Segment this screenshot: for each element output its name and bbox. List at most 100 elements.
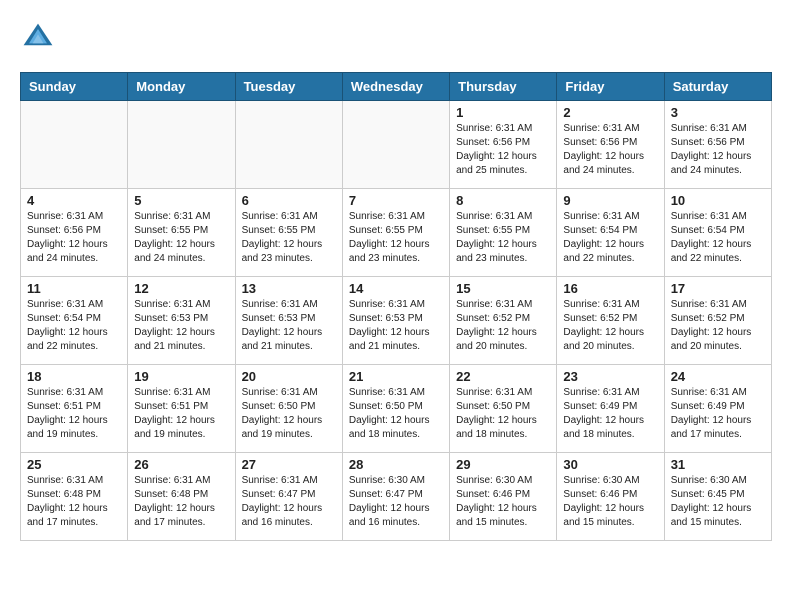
calendar-cell: 14 Sunrise: 6:31 AM Sunset: 6:53 PM Dayli… — [342, 277, 449, 365]
calendar-cell — [235, 101, 342, 189]
day-info: Sunrise: 6:31 AM Sunset: 6:48 PM Dayligh… — [27, 474, 121, 530]
day-info: Sunrise: 6:30 AM Sunset: 6:46 PM Dayligh… — [563, 474, 657, 530]
day-info: Sunrise: 6:31 AM Sunset: 6:50 PM Dayligh… — [456, 386, 550, 442]
calendar-cell: 9 Sunrise: 6:31 AM Sunset: 6:54 PM Daylig… — [557, 189, 664, 277]
calendar-cell: 29 Sunrise: 6:30 AM Sunset: 6:46 PM Dayli… — [450, 453, 557, 541]
day-number: 18 — [27, 369, 121, 384]
calendar-cell: 16 Sunrise: 6:31 AM Sunset: 6:52 PM Dayli… — [557, 277, 664, 365]
calendar-cell — [342, 101, 449, 189]
day-info: Sunrise: 6:31 AM Sunset: 6:54 PM Dayligh… — [563, 210, 657, 266]
weekday-header-friday: Friday — [557, 73, 664, 101]
calendar-cell: 25 Sunrise: 6:31 AM Sunset: 6:48 PM Dayli… — [21, 453, 128, 541]
day-info: Sunrise: 6:31 AM Sunset: 6:51 PM Dayligh… — [134, 386, 228, 442]
day-info: Sunrise: 6:31 AM Sunset: 6:52 PM Dayligh… — [563, 298, 657, 354]
day-info: Sunrise: 6:31 AM Sunset: 6:53 PM Dayligh… — [242, 298, 336, 354]
calendar-cell: 7 Sunrise: 6:31 AM Sunset: 6:55 PM Daylig… — [342, 189, 449, 277]
day-number: 13 — [242, 281, 336, 296]
day-number: 1 — [456, 105, 550, 120]
day-info: Sunrise: 6:31 AM Sunset: 6:50 PM Dayligh… — [242, 386, 336, 442]
day-number: 8 — [456, 193, 550, 208]
day-info: Sunrise: 6:31 AM Sunset: 6:49 PM Dayligh… — [563, 386, 657, 442]
calendar-cell: 26 Sunrise: 6:31 AM Sunset: 6:48 PM Dayli… — [128, 453, 235, 541]
calendar-week-3: 11Sunrise: 6:31 AM Sunset: 6:54 PM Dayli… — [21, 277, 772, 365]
day-number: 2 — [563, 105, 657, 120]
calendar-header-row: SundayMondayTuesdayWednesdayThursdayFrid… — [21, 73, 772, 101]
day-number: 7 — [349, 193, 443, 208]
day-info: Sunrise: 6:31 AM Sunset: 6:56 PM Dayligh… — [27, 210, 121, 266]
weekday-header-tuesday: Tuesday — [235, 73, 342, 101]
day-number: 17 — [671, 281, 765, 296]
day-number: 10 — [671, 193, 765, 208]
day-number: 16 — [563, 281, 657, 296]
day-number: 15 — [456, 281, 550, 296]
day-info: Sunrise: 6:31 AM Sunset: 6:48 PM Dayligh… — [134, 474, 228, 530]
day-number: 22 — [456, 369, 550, 384]
day-info: Sunrise: 6:30 AM Sunset: 6:46 PM Dayligh… — [456, 474, 550, 530]
day-info: Sunrise: 6:31 AM Sunset: 6:55 PM Dayligh… — [456, 210, 550, 266]
calendar-cell: 8 Sunrise: 6:31 AM Sunset: 6:55 PM Daylig… — [450, 189, 557, 277]
day-info: Sunrise: 6:31 AM Sunset: 6:54 PM Dayligh… — [27, 298, 121, 354]
calendar-cell: 24Sunrise: 6:31 AM Sunset: 6:49 PM Dayli… — [664, 365, 771, 453]
day-number: 30 — [563, 457, 657, 472]
page-header — [20, 20, 772, 56]
day-number: 12 — [134, 281, 228, 296]
day-info: Sunrise: 6:31 AM Sunset: 6:51 PM Dayligh… — [27, 386, 121, 442]
day-number: 5 — [134, 193, 228, 208]
calendar-table: SundayMondayTuesdayWednesdayThursdayFrid… — [20, 72, 772, 541]
day-info: Sunrise: 6:31 AM Sunset: 6:53 PM Dayligh… — [134, 298, 228, 354]
day-info: Sunrise: 6:31 AM Sunset: 6:55 PM Dayligh… — [242, 210, 336, 266]
calendar-cell: 17 Sunrise: 6:31 AM Sunset: 6:52 PM Dayli… — [664, 277, 771, 365]
calendar-cell: 22 Sunrise: 6:31 AM Sunset: 6:50 PM Dayli… — [450, 365, 557, 453]
day-info: Sunrise: 6:31 AM Sunset: 6:47 PM Dayligh… — [242, 474, 336, 530]
day-number: 4 — [27, 193, 121, 208]
weekday-header-thursday: Thursday — [450, 73, 557, 101]
day-info: Sunrise: 6:31 AM Sunset: 6:50 PM Dayligh… — [349, 386, 443, 442]
day-info: Sunrise: 6:31 AM Sunset: 6:49 PM Dayligh… — [671, 386, 765, 442]
calendar-cell: 23 Sunrise: 6:31 AM Sunset: 6:49 PM Dayli… — [557, 365, 664, 453]
day-number: 14 — [349, 281, 443, 296]
day-info: Sunrise: 6:31 AM Sunset: 6:54 PM Dayligh… — [671, 210, 765, 266]
day-number: 29 — [456, 457, 550, 472]
calendar-cell — [128, 101, 235, 189]
calendar-cell: 31Sunrise: 6:30 AM Sunset: 6:45 PM Dayli… — [664, 453, 771, 541]
weekday-header-saturday: Saturday — [664, 73, 771, 101]
calendar-cell: 20 Sunrise: 6:31 AM Sunset: 6:50 PM Dayli… — [235, 365, 342, 453]
calendar-cell: 5Sunrise: 6:31 AM Sunset: 6:55 PM Daylig… — [128, 189, 235, 277]
day-info: Sunrise: 6:31 AM Sunset: 6:55 PM Dayligh… — [349, 210, 443, 266]
day-number: 3 — [671, 105, 765, 120]
day-number: 6 — [242, 193, 336, 208]
day-info: Sunrise: 6:31 AM Sunset: 6:52 PM Dayligh… — [456, 298, 550, 354]
day-number: 19 — [134, 369, 228, 384]
calendar-week-1: 1 Sunrise: 6:31 AM Sunset: 6:56 PM Daylig… — [21, 101, 772, 189]
calendar-cell: 27 Sunrise: 6:31 AM Sunset: 6:47 PM Dayli… — [235, 453, 342, 541]
calendar-week-5: 25 Sunrise: 6:31 AM Sunset: 6:48 PM Dayli… — [21, 453, 772, 541]
calendar-cell: 6 Sunrise: 6:31 AM Sunset: 6:55 PM Daylig… — [235, 189, 342, 277]
weekday-header-sunday: Sunday — [21, 73, 128, 101]
day-number: 26 — [134, 457, 228, 472]
day-number: 23 — [563, 369, 657, 384]
day-number: 9 — [563, 193, 657, 208]
calendar-cell: 3 Sunrise: 6:31 AM Sunset: 6:56 PM Daylig… — [664, 101, 771, 189]
logo-icon — [20, 20, 56, 56]
day-number: 21 — [349, 369, 443, 384]
day-number: 20 — [242, 369, 336, 384]
calendar-cell: 18 Sunrise: 6:31 AM Sunset: 6:51 PM Dayli… — [21, 365, 128, 453]
calendar-cell: 11Sunrise: 6:31 AM Sunset: 6:54 PM Dayli… — [21, 277, 128, 365]
logo — [20, 20, 60, 56]
day-number: 28 — [349, 457, 443, 472]
calendar-cell: 1 Sunrise: 6:31 AM Sunset: 6:56 PM Daylig… — [450, 101, 557, 189]
day-number: 31 — [671, 457, 765, 472]
day-info: Sunrise: 6:31 AM Sunset: 6:52 PM Dayligh… — [671, 298, 765, 354]
calendar-cell: 19 Sunrise: 6:31 AM Sunset: 6:51 PM Dayli… — [128, 365, 235, 453]
calendar-cell: 10 Sunrise: 6:31 AM Sunset: 6:54 PM Dayli… — [664, 189, 771, 277]
day-info: Sunrise: 6:31 AM Sunset: 6:56 PM Dayligh… — [563, 122, 657, 178]
day-info: Sunrise: 6:31 AM Sunset: 6:53 PM Dayligh… — [349, 298, 443, 354]
calendar-cell: 21 Sunrise: 6:31 AM Sunset: 6:50 PM Dayli… — [342, 365, 449, 453]
day-info: Sunrise: 6:30 AM Sunset: 6:47 PM Dayligh… — [349, 474, 443, 530]
weekday-header-monday: Monday — [128, 73, 235, 101]
day-number: 27 — [242, 457, 336, 472]
calendar-week-4: 18 Sunrise: 6:31 AM Sunset: 6:51 PM Dayli… — [21, 365, 772, 453]
day-info: Sunrise: 6:31 AM Sunset: 6:56 PM Dayligh… — [671, 122, 765, 178]
day-info: Sunrise: 6:31 AM Sunset: 6:56 PM Dayligh… — [456, 122, 550, 178]
day-number: 25 — [27, 457, 121, 472]
